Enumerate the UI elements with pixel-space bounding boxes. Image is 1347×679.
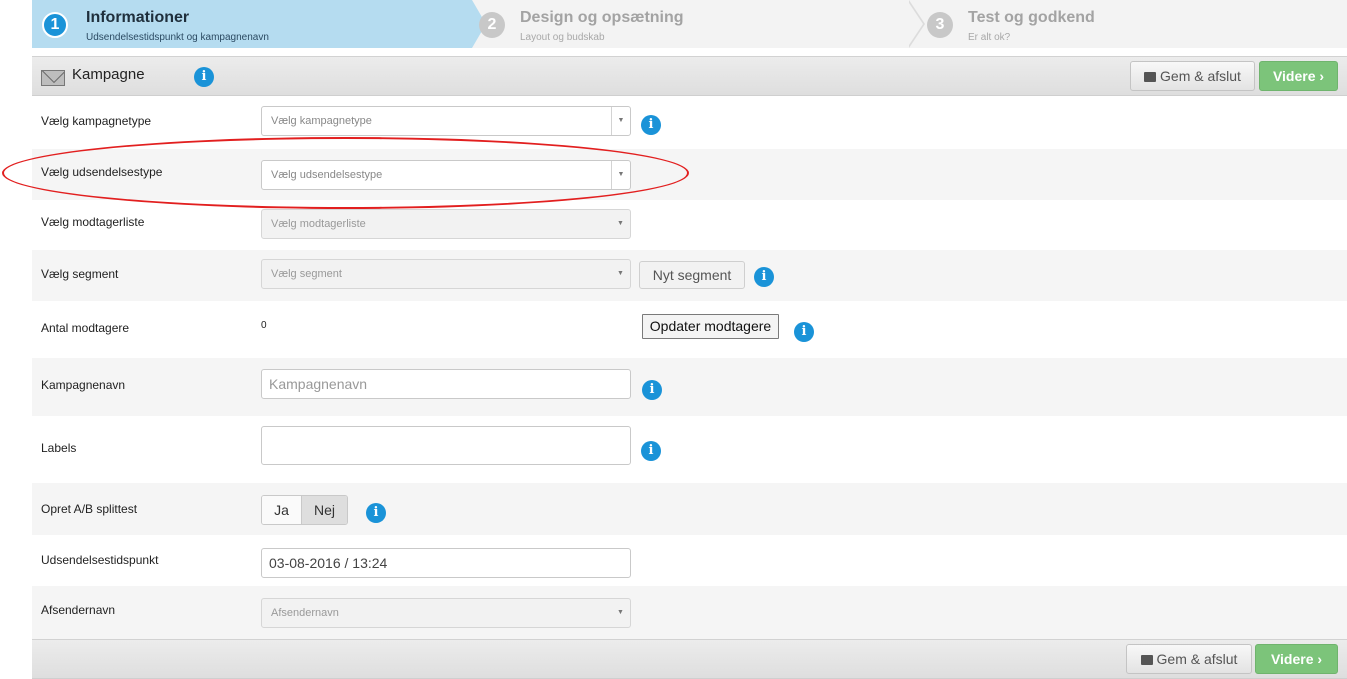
page-title: Kampagne i xyxy=(72,66,214,87)
select-placeholder: Vælg modtagerliste xyxy=(271,218,366,230)
select-placeholder: Vælg segment xyxy=(271,268,342,280)
send-time-input[interactable]: 03-08-2016 / 13:24 xyxy=(261,548,631,578)
save-exit-button[interactable]: Gem & afslut xyxy=(1130,61,1255,91)
update-recipients-button[interactable]: Opdater modtagere xyxy=(642,314,779,339)
row-campaign-type: Vælg kampagnetype Vælg kampagnetype ▼ i xyxy=(32,97,1347,149)
step-number: 3 xyxy=(927,12,953,38)
info-icon[interactable]: i xyxy=(794,322,814,342)
send-type-select[interactable]: Vælg udsendelsestype ▼ xyxy=(261,160,631,190)
select-placeholder: Vælg kampagnetype xyxy=(271,115,372,127)
campaign-wizard: 1 Informationer Udsendelsestidspunkt og … xyxy=(2,0,1347,679)
row-campaign-name: Kampagnenavn Kampagnenavn i xyxy=(32,358,1347,416)
step-test[interactable]: 3 Test og godkend Er alt ok? xyxy=(927,0,1347,48)
info-icon[interactable]: i xyxy=(754,267,774,287)
save-icon xyxy=(1140,655,1153,665)
row-send-time: Udsendelsestidspunkt 03-08-2016 / 13:24 xyxy=(32,535,1347,586)
select-placeholder: Afsendernavn xyxy=(271,607,339,619)
campaign-type-select[interactable]: Vælg kampagnetype ▼ xyxy=(261,106,631,136)
save-exit-button[interactable]: Gem & afslut xyxy=(1126,644,1252,674)
step-subtitle: Layout og budskab xyxy=(520,32,605,43)
wizard-steps: 1 Informationer Udsendelsestidspunkt og … xyxy=(32,0,1347,48)
ab-test-no-button[interactable]: Nej xyxy=(302,496,347,524)
field-label: Vælg segment xyxy=(41,267,119,281)
save-exit-label: Gem & afslut xyxy=(1156,651,1238,667)
footer-bar: Gem & afslut Videre › xyxy=(32,639,1347,679)
select-placeholder: Vælg udsendelsestype xyxy=(271,169,383,181)
field-label: Afsendernavn xyxy=(41,603,116,617)
field-label: Vælg kampagnetype xyxy=(41,114,152,128)
chevron-down-icon: ▼ xyxy=(611,161,630,189)
chevron-down-icon: ▼ xyxy=(617,270,624,277)
row-segment: Vælg segment Vælg segment ▼ Nyt segment … xyxy=(32,250,1347,301)
recipient-count-value: 0 xyxy=(261,320,267,331)
page-title-text: Kampagne xyxy=(72,66,145,83)
row-labels: Labels i xyxy=(32,416,1347,483)
field-label: Opret A/B splittest xyxy=(41,502,138,516)
step-separator xyxy=(907,0,929,48)
ab-test-toggle: Ja Nej xyxy=(261,495,348,525)
step-title: Design og opsætning xyxy=(520,9,684,26)
save-icon xyxy=(1144,72,1157,82)
step-number: 2 xyxy=(479,12,505,38)
row-recipient-list: Vælg modtagerliste Vælg modtagerliste ▼ xyxy=(32,200,1347,250)
segment-select[interactable]: Vælg segment ▼ xyxy=(261,259,631,289)
row-send-type: Vælg udsendelsestype Vælg udsendelsestyp… xyxy=(32,149,1347,200)
envelope-icon xyxy=(41,70,65,86)
row-sender: Afsendernavn Afsendernavn ▼ xyxy=(32,586,1347,639)
recipient-list-select[interactable]: Vælg modtagerliste ▼ xyxy=(261,209,631,239)
next-button[interactable]: Videre › xyxy=(1259,61,1338,91)
step-title: Test og godkend xyxy=(968,9,1095,26)
new-segment-button[interactable]: Nyt segment xyxy=(639,261,745,289)
campaign-name-input[interactable]: Kampagnenavn xyxy=(261,369,631,399)
step-number: 1 xyxy=(42,12,68,38)
step-informationer[interactable]: 1 Informationer Udsendelsestidspunkt og … xyxy=(32,0,486,48)
chevron-down-icon: ▼ xyxy=(611,107,630,135)
field-label: Vælg modtagerliste xyxy=(41,215,145,229)
step-subtitle: Er alt ok? xyxy=(968,32,1011,43)
step-title: Informationer xyxy=(86,9,190,26)
field-label: Udsendelsestidspunkt xyxy=(41,553,159,567)
chevron-down-icon: ▼ xyxy=(617,609,624,616)
chevron-down-icon: ▼ xyxy=(617,220,624,227)
sender-select[interactable]: Afsendernavn ▼ xyxy=(261,598,631,628)
labels-input[interactable] xyxy=(261,426,631,465)
info-icon[interactable]: i xyxy=(641,115,661,135)
row-ab-test: Opret A/B splittest Ja Nej i xyxy=(32,483,1347,535)
info-icon[interactable]: i xyxy=(641,441,661,461)
info-icon[interactable]: i xyxy=(194,67,214,87)
next-button[interactable]: Videre › xyxy=(1255,644,1338,674)
ab-test-yes-button[interactable]: Ja xyxy=(262,496,302,524)
step-design[interactable]: 2 Design og opsætning Layout og budskab xyxy=(479,0,909,48)
field-label: Labels xyxy=(41,441,77,455)
info-icon[interactable]: i xyxy=(642,380,662,400)
campaign-header-bar: Kampagne i Gem & afslut Videre › xyxy=(32,56,1347,96)
field-label: Vælg udsendelsestype xyxy=(41,165,163,179)
step-subtitle: Udsendelsestidspunkt og kampagnenavn xyxy=(86,32,269,43)
info-icon[interactable]: i xyxy=(366,503,386,523)
field-label: Antal modtagere xyxy=(41,321,130,335)
field-label: Kampagnenavn xyxy=(41,378,126,392)
save-exit-label: Gem & afslut xyxy=(1160,68,1241,84)
